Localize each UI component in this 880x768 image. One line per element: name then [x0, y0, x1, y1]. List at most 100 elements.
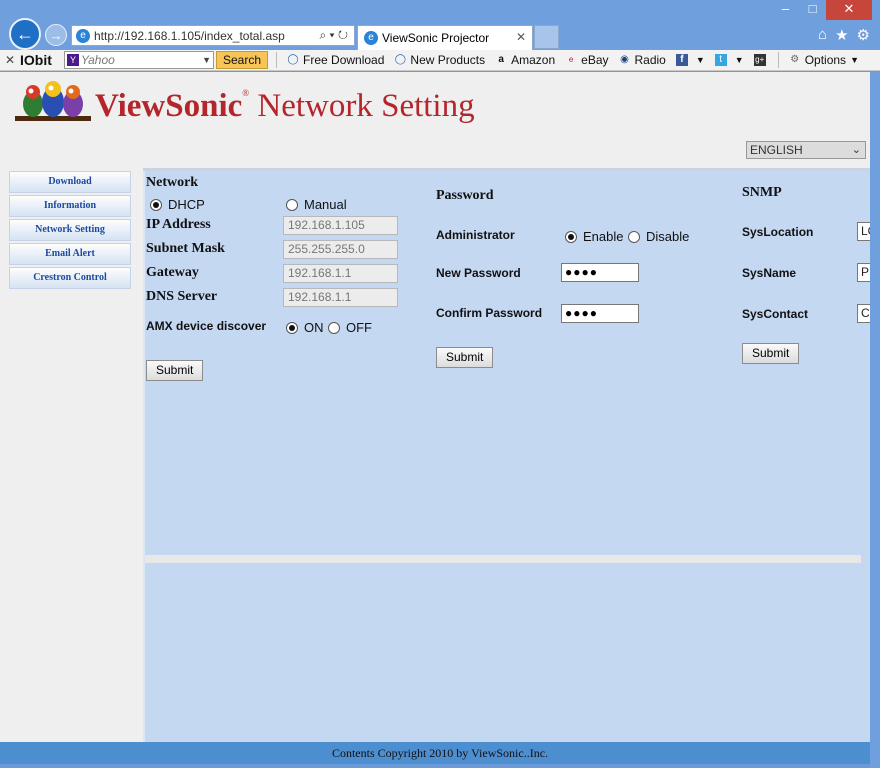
new-password-label: New Password — [436, 266, 521, 280]
manual-radio[interactable]: Manual — [286, 197, 347, 212]
admin-enable-label: Enable — [583, 229, 624, 244]
toolbar-link-label: Radio — [634, 53, 666, 67]
admin-enable-radio[interactable]: Enable — [565, 229, 623, 244]
language-value: ENGLISH — [750, 143, 803, 157]
password-submit-button[interactable]: Submit — [436, 347, 494, 368]
admin-disable-label: Disable — [646, 229, 690, 244]
admin-disable-radio[interactable]: Disable — [628, 229, 689, 244]
sidebar-item-crestron-control[interactable]: Crestron Control — [9, 267, 131, 289]
chevron-down-icon[interactable]: ▼ — [202, 55, 211, 65]
dns-server-field[interactable]: 192.168.1.1 — [283, 288, 398, 307]
toolbar-options-button[interactable]: ⚙ Options ▼ — [789, 53, 859, 67]
snmp-section-title: SNMP — [742, 185, 782, 200]
sidebar-item-email-alert[interactable]: Email Alert — [9, 243, 131, 265]
settings-gear-icon[interactable]: ⚙ — [857, 26, 870, 44]
facebook-icon: f — [675, 54, 688, 66]
toolbar-link-label: Amazon — [511, 53, 556, 67]
favorites-star-icon[interactable]: ★ — [835, 26, 848, 44]
toolbar-link-new-products[interactable]: ◯ New Products — [394, 53, 485, 67]
admin-disable-radio-control[interactable] — [628, 230, 640, 243]
toolbar-link-radio[interactable]: ◉ Radio — [619, 53, 666, 67]
window-right-edge — [870, 72, 880, 768]
yahoo-icon: Y — [67, 54, 79, 66]
copyright-text: Contents Copyright 2010 by ViewSonic..In… — [331, 746, 549, 760]
toolbar-link-amazon[interactable]: a Amazon — [495, 53, 555, 67]
snmp-submit-button[interactable]: Submit — [742, 343, 800, 364]
address-actions[interactable]: ⌕ ▾ ↻ — [319, 28, 348, 43]
new-password-field[interactable]: ●●●● — [561, 263, 639, 282]
ip-address-label: IP Address — [146, 217, 211, 232]
chevron-down-icon: ⌄ — [851, 144, 861, 156]
toolbar-divider — [777, 52, 779, 68]
toolbar-link-label: Free Download — [303, 53, 385, 67]
toolbar-close-icon[interactable]: ✕ — [0, 53, 20, 67]
viewsonic-birds-logo — [15, 81, 91, 121]
amx-off-radio-control[interactable] — [328, 321, 340, 334]
amazon-icon: a — [498, 54, 504, 65]
admin-enable-radio-control[interactable] — [565, 230, 577, 243]
toolbar-link-label: New Products — [410, 53, 486, 67]
arrow-right-icon: → — [49, 27, 63, 43]
amx-off-radio[interactable]: OFF — [328, 320, 372, 335]
toolbar-link-free-download[interactable]: ◯ Free Download — [287, 53, 384, 67]
back-button[interactable]: ← — [9, 18, 41, 50]
sysname-label: SysName — [742, 266, 797, 280]
tab-title: ViewSonic Projector — [382, 31, 490, 45]
administrator-label: Administrator — [436, 228, 515, 242]
language-select[interactable]: ENGLISH ⌄ — [746, 141, 866, 159]
syscontact-field[interactable]: CO — [857, 304, 870, 323]
twitter-button[interactable]: t ▼ — [714, 54, 744, 66]
sidebar-item-information[interactable]: Information — [9, 195, 131, 217]
chevron-down-icon: ▼ — [734, 55, 744, 65]
dhcp-radio-control[interactable] — [150, 198, 162, 211]
arrow-left-icon: ← — [16, 23, 34, 44]
amx-on-radio-control[interactable] — [286, 321, 298, 334]
toolbar-search-button[interactable]: Search — [216, 51, 269, 69]
browser-right-icons: ⌂ ★ ⚙ — [818, 26, 870, 44]
network-submit-button[interactable]: Submit — [146, 360, 204, 381]
browser-titlebar: – □ ✕ ← → e http://192.168.1.105/index_t… — [0, 0, 880, 50]
home-icon[interactable]: ⌂ — [818, 26, 827, 44]
manual-radio-control[interactable] — [286, 198, 298, 211]
syslocation-field[interactable]: LO — [857, 222, 870, 241]
ip-address-field[interactable]: 192.168.1.105 — [283, 216, 398, 235]
options-gear-icon: ⚙ — [790, 54, 800, 65]
iobit-logo: IObit — [20, 52, 52, 68]
syslocation-label: SysLocation — [742, 225, 814, 239]
tab-close-icon[interactable]: ✕ — [516, 30, 526, 44]
address-text[interactable]: http://192.168.1.105/index_total.asp — [94, 29, 285, 43]
subnet-mask-label: Subnet Mask — [146, 241, 225, 256]
maximize-button[interactable]: □ — [799, 0, 826, 20]
address-bar[interactable]: e http://192.168.1.105/index_total.asp ⌕… — [71, 25, 355, 46]
gateway-field[interactable]: 192.168.1.1 — [283, 264, 398, 283]
facebook-button[interactable]: f ▼ — [675, 54, 705, 66]
close-window-button[interactable]: ✕ — [826, 0, 872, 20]
dhcp-radio[interactable]: DHCP — [150, 197, 205, 212]
sidebar-item-download[interactable]: Download — [9, 171, 131, 193]
settings-panel: Network DHCP Manual IP Address 192.168.1… — [143, 171, 870, 742]
page-title: ViewSonic® Network Setting — [95, 88, 475, 125]
amx-off-label: OFF — [346, 320, 372, 335]
minimize-button[interactable]: – — [772, 0, 799, 20]
tab-viewsonic-projector[interactable]: e ViewSonic Projector ✕ — [357, 25, 533, 50]
forward-button[interactable]: → — [45, 24, 67, 46]
googleplus-button[interactable]: g+ — [753, 54, 770, 66]
toolbar-divider — [276, 52, 278, 68]
sysname-field[interactable]: PR — [857, 263, 870, 282]
products-link-icon: ◯ — [394, 54, 406, 65]
new-tab-button[interactable] — [534, 25, 559, 49]
dhcp-label: DHCP — [168, 197, 205, 212]
toolbar-link-ebay[interactable]: e eBay — [565, 53, 609, 67]
subnet-mask-field[interactable]: 255.255.255.0 — [283, 240, 398, 259]
ie-logo-icon: e — [364, 31, 378, 45]
search-placeholder: Yahoo — [81, 53, 115, 67]
confirm-password-label: Confirm Password — [436, 306, 543, 320]
sidebar-item-network-setting[interactable]: Network Setting — [9, 219, 131, 241]
sidebar: Download Information Network Setting Ema… — [9, 171, 131, 291]
network-section-title: Network — [146, 175, 199, 190]
manual-label: Manual — [304, 197, 347, 212]
amx-on-radio[interactable]: ON — [286, 320, 324, 335]
confirm-password-field[interactable]: ●●●● — [561, 304, 639, 323]
toolbar-search-input[interactable]: Y Yahoo ▼ — [64, 51, 214, 69]
syscontact-label: SysContact — [742, 307, 809, 321]
